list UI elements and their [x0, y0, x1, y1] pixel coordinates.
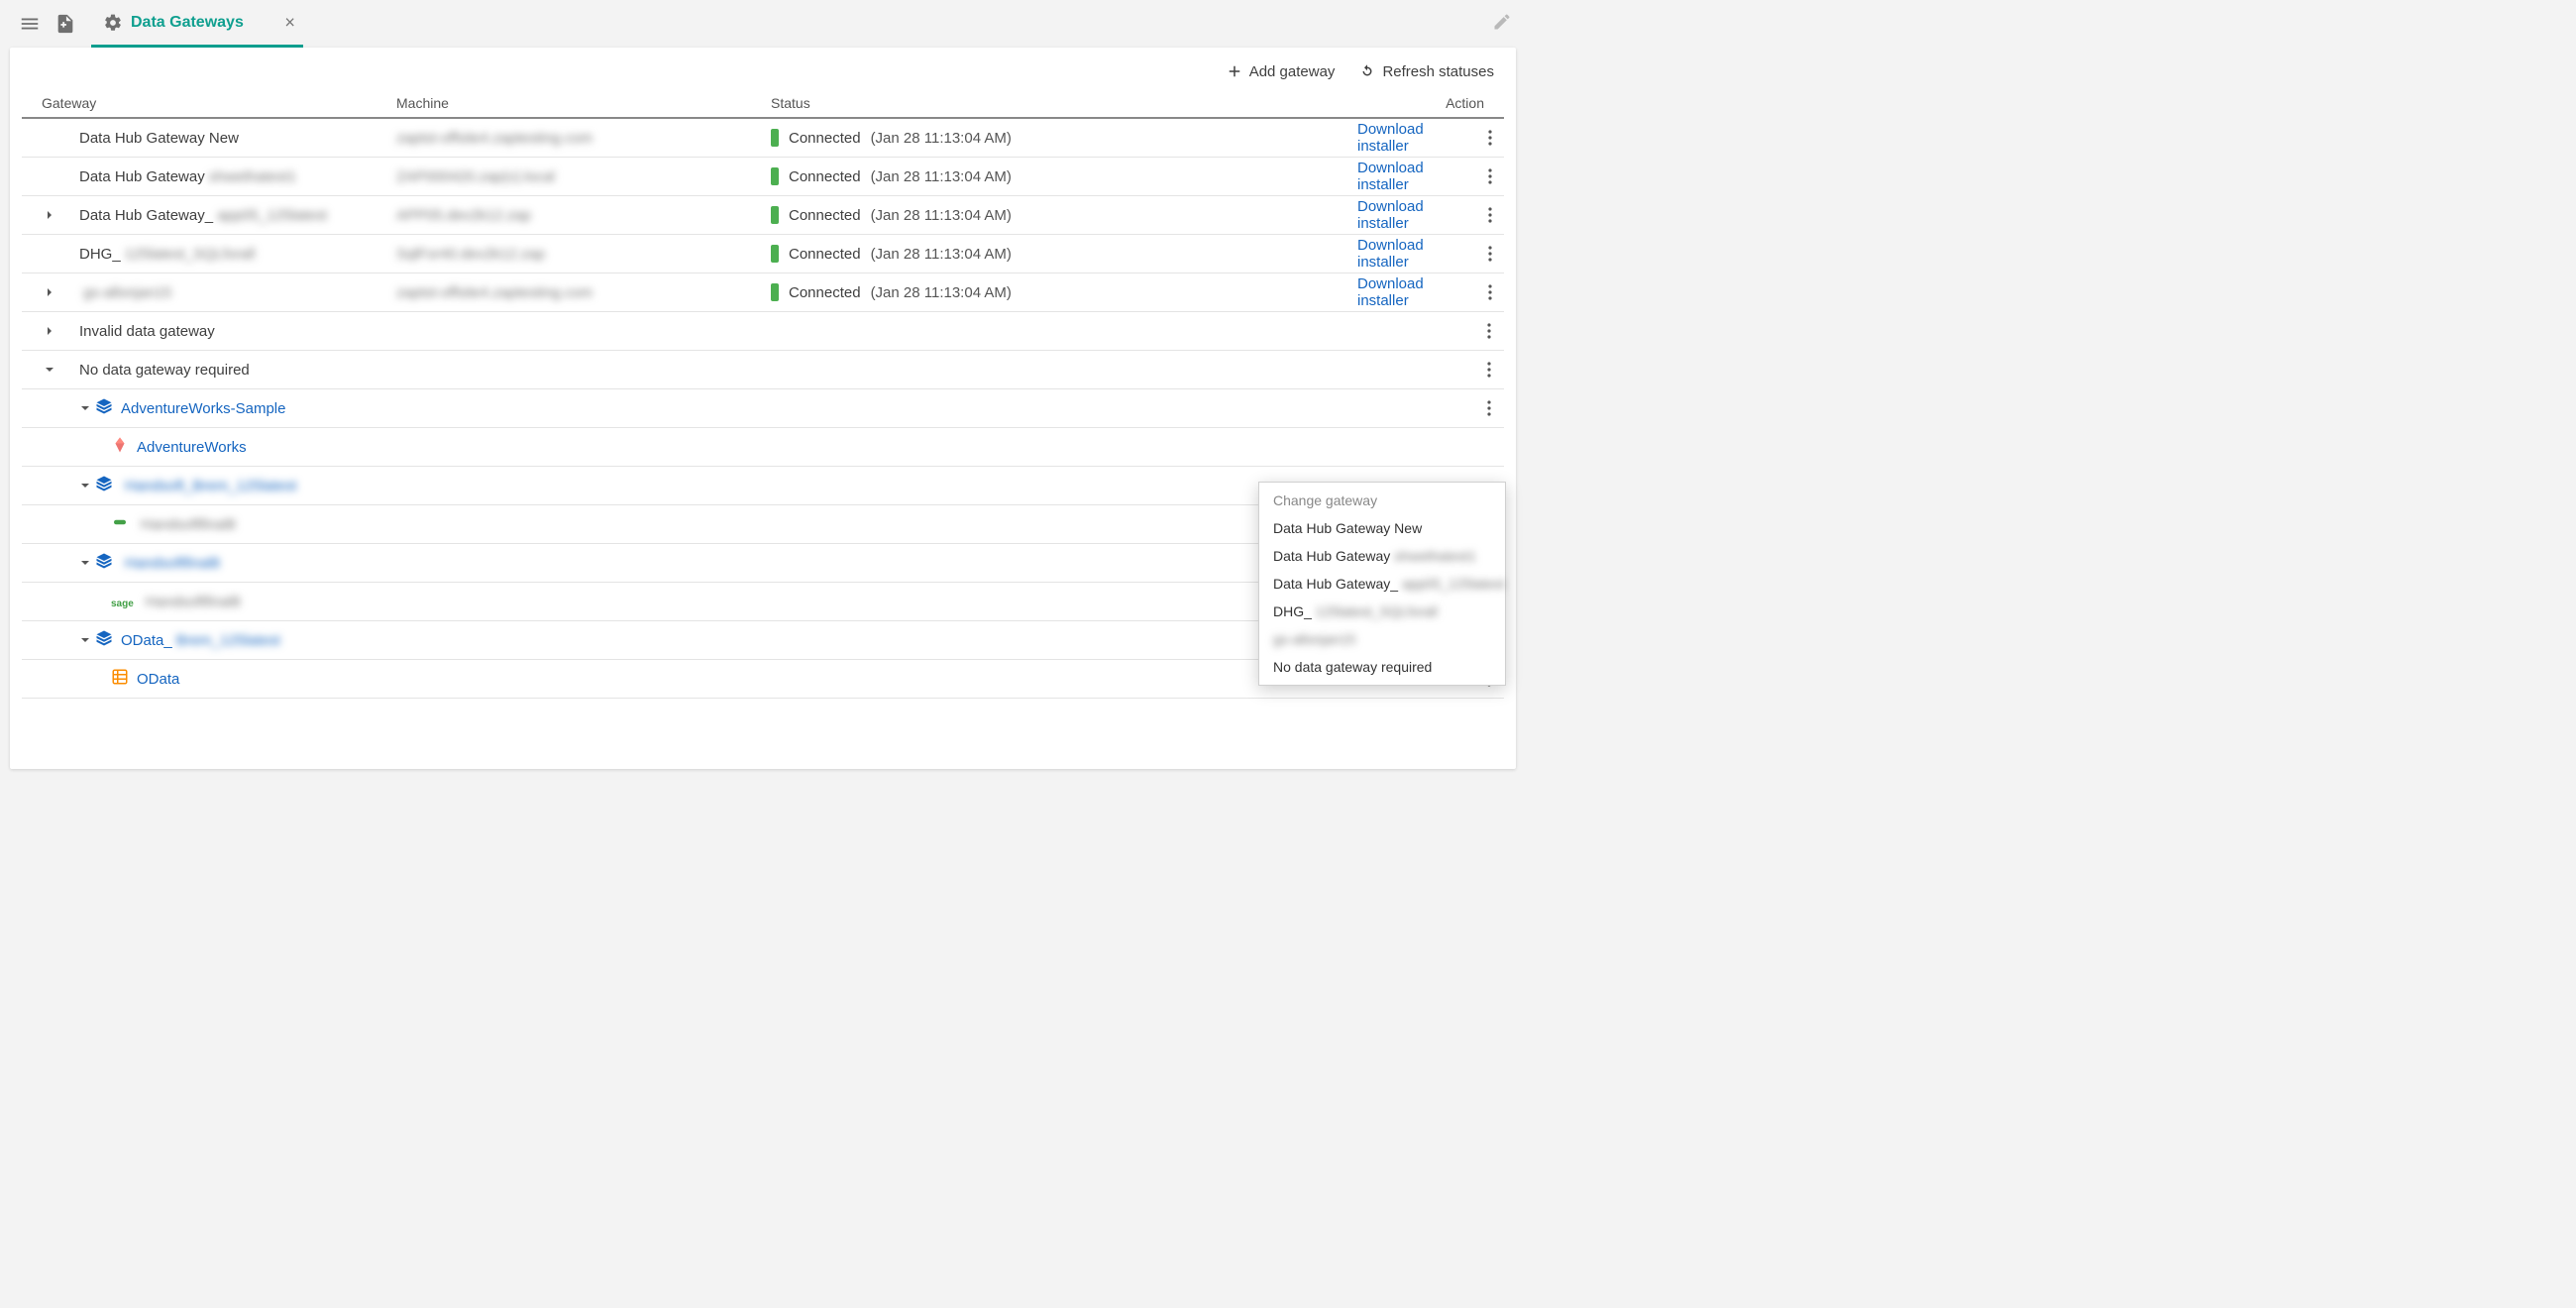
stack-icon: [95, 629, 113, 651]
col-header-gateway: Gateway: [22, 95, 396, 111]
tab-data-gateways[interactable]: Data Gateways ×: [91, 0, 303, 48]
col-header-action: Action: [1357, 95, 1504, 111]
kebab-menu-button[interactable]: [1481, 280, 1498, 304]
gateway-name-blurred: shwethatest1: [209, 168, 296, 185]
table-row[interactable]: Data Hub Gatewayshwethatest1 ZAP000420.za…: [22, 158, 1504, 196]
download-installer-link[interactable]: Download installer: [1357, 160, 1469, 193]
expander-icon[interactable]: [75, 403, 95, 413]
machine-name: APP05.dev2k12.zap: [396, 207, 531, 224]
tab-label: Data Gateways: [131, 14, 244, 32]
menu-item[interactable]: Data Hub Gateway_app05_125latest: [1259, 570, 1505, 598]
menu-item[interactable]: No data gateway required: [1259, 653, 1505, 681]
main-panel: Add gateway Refresh statuses Gateway Mac…: [10, 48, 1516, 769]
stack-icon: [95, 475, 113, 496]
add-gateway-label: Add gateway: [1249, 63, 1336, 80]
menu-item[interactable]: DHG_125latest_SQLforall: [1259, 598, 1505, 625]
stack-icon: [95, 552, 113, 574]
status-indicator: Connected (Jan 28 11:13:04 AM): [771, 167, 1012, 185]
tag-green-icon: [111, 513, 129, 535]
status-indicator: Connected (Jan 28 11:13:04 AM): [771, 245, 1012, 263]
gear-icon: [103, 13, 123, 33]
leaf-name[interactable]: OData: [137, 671, 179, 688]
table-row[interactable]: Invalid data gateway: [22, 312, 1504, 351]
kebab-menu-button[interactable]: [1481, 126, 1498, 150]
kebab-menu-button[interactable]: [1481, 203, 1498, 227]
machine-name: ZAP000420.zap(v).local: [396, 168, 555, 185]
leaf-name-blurred: Handsoftfinal8: [141, 516, 236, 533]
expander-icon[interactable]: [40, 287, 59, 297]
table-row[interactable]: Data Hub Gateway New zaptst-offsite4.zapt…: [22, 119, 1504, 158]
menu-item[interactable]: Data Hub Gatewayshwethatest1: [1259, 542, 1505, 570]
kite-icon: [111, 436, 129, 458]
kebab-menu-button[interactable]: [1480, 319, 1498, 343]
group-name: No data gateway required: [79, 362, 250, 379]
tab-close-button[interactable]: ×: [284, 12, 295, 33]
datasource-name-blurred: Brem_125latest: [176, 632, 280, 649]
download-installer-link[interactable]: Download installer: [1357, 198, 1469, 232]
refresh-statuses-button[interactable]: Refresh statuses: [1358, 62, 1494, 80]
expander-icon[interactable]: [75, 558, 95, 568]
menu-item[interactable]: gs-allonjan15: [1259, 625, 1505, 653]
app-root: Data Gateways × Add gateway Refresh stat…: [0, 0, 1526, 777]
col-header-machine: Machine: [396, 95, 771, 111]
stack-icon: [95, 397, 113, 419]
gateway-name-blurred: app05_125latest: [217, 207, 327, 224]
expander-icon[interactable]: [40, 326, 59, 336]
download-installer-link[interactable]: Download installer: [1357, 121, 1469, 155]
sage-icon: sage: [111, 594, 134, 610]
gateway-name: Data Hub Gateway New: [79, 130, 239, 147]
table-row[interactable]: Data Hub Gateway_app05_125latest APP05.de…: [22, 196, 1504, 235]
datasource-name-blurred: Handsoftfinal8: [125, 555, 220, 572]
kebab-menu-button[interactable]: [1481, 242, 1498, 266]
kebab-menu-button[interactable]: [1481, 164, 1498, 188]
machine-name: zaptst-offsite4.zaptesting.com: [396, 130, 592, 147]
machine-name: SqlFor40.dev2k12.zap: [396, 246, 545, 263]
change-gateway-menu: Change gateway Data Hub Gateway New Data…: [1258, 482, 1506, 686]
col-header-status: Status: [771, 95, 1357, 111]
datasource-name-blurred: Handsoft_Brem_125latest: [125, 478, 296, 494]
status-indicator: Connected (Jan 28 11:13:04 AM): [771, 283, 1012, 301]
edit-button[interactable]: [1492, 12, 1512, 36]
leaf-name[interactable]: AdventureWorks: [137, 439, 247, 456]
kebab-menu-button[interactable]: [1480, 358, 1498, 382]
gateway-name-blurred: gs-allonjan15: [83, 284, 171, 301]
expander-icon[interactable]: [40, 210, 59, 220]
group-name: Invalid data gateway: [79, 323, 215, 340]
table-row[interactable]: DHG_125latest_SQLforall SqlFor40.dev2k12.…: [22, 235, 1504, 273]
plus-icon: [1226, 62, 1243, 80]
new-file-button[interactable]: [48, 6, 83, 42]
grid-orange-icon: [111, 668, 129, 690]
kebab-menu-button[interactable]: [1480, 396, 1498, 420]
gateway-name: Data Hub Gateway: [79, 168, 205, 185]
menu-title: Change gateway: [1259, 487, 1505, 514]
status-indicator: Connected (Jan 28 11:13:04 AM): [771, 129, 1012, 147]
datasource-name[interactable]: AdventureWorks-Sample: [121, 400, 285, 417]
status-indicator: Connected (Jan 28 11:13:04 AM): [771, 206, 1012, 224]
toolbar: Add gateway Refresh statuses: [10, 48, 1516, 89]
gateway-name: Data Hub Gateway_: [79, 207, 213, 224]
table-row[interactable]: AdventureWorks: [22, 428, 1504, 467]
table-row[interactable]: No data gateway required: [22, 351, 1504, 389]
datasource-name[interactable]: OData_: [121, 632, 172, 649]
refresh-statuses-label: Refresh statuses: [1382, 63, 1494, 80]
machine-name: zaptst-offsite4.zaptesting.com: [396, 284, 592, 301]
top-bar: Data Gateways ×: [0, 0, 1526, 48]
expander-icon[interactable]: [75, 635, 95, 645]
leaf-name-blurred: Handsoftfinal8: [146, 594, 241, 610]
gateway-name-blurred: 125latest_SQLforall: [125, 246, 256, 263]
expander-icon[interactable]: [40, 365, 59, 375]
expander-icon[interactable]: [75, 481, 95, 490]
table-row[interactable]: AdventureWorks-Sample: [22, 389, 1504, 428]
table-header: Gateway Machine Status Action: [22, 89, 1504, 119]
download-installer-link[interactable]: Download installer: [1357, 275, 1469, 309]
download-installer-link[interactable]: Download installer: [1357, 237, 1469, 271]
menu-item[interactable]: Data Hub Gateway New: [1259, 514, 1505, 542]
refresh-icon: [1358, 62, 1376, 80]
table-row[interactable]: gs-allonjan15 zaptst-offsite4.zaptesting.…: [22, 273, 1504, 312]
hamburger-menu-button[interactable]: [12, 6, 48, 42]
add-gateway-button[interactable]: Add gateway: [1226, 62, 1336, 80]
gateway-name: DHG_: [79, 246, 121, 263]
